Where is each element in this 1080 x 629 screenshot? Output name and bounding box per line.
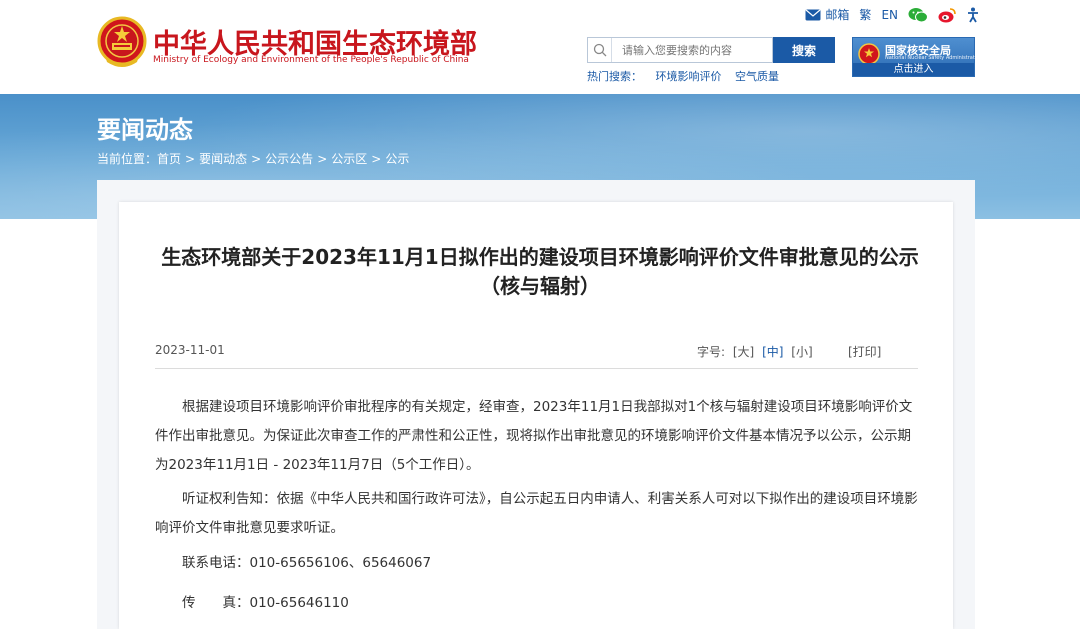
- article-title: 生态环境部关于2023年11月1日拟作出的建设项目环境影响评价文件审批意见的公示…: [161, 245, 919, 298]
- font-size-medium-button[interactable]: [中]: [762, 345, 783, 359]
- site-header: 中华人民共和国生态环境部 Ministry of Ecology and Env…: [0, 0, 1080, 94]
- weibo-link[interactable]: [938, 7, 956, 23]
- mail-link[interactable]: 邮箱: [805, 6, 849, 23]
- article-paragraph: 根据建设项目环境影响评价审批程序的有关规定，经审查，2023年11月1日我部拟对…: [155, 399, 913, 473]
- wechat-icon: [908, 7, 928, 22]
- traditional-chinese-label: 繁: [859, 8, 872, 22]
- article-paragraph: 听证权利告知：依据《中华人民共和国行政许可法》，自公示起五日内申请人、利害关系人…: [155, 491, 918, 536]
- nnsa-emblem-icon: [858, 43, 880, 65]
- breadcrumb-announcements[interactable]: 公示公告: [265, 152, 313, 166]
- english-label: EN: [881, 7, 898, 22]
- breadcrumb-news[interactable]: 要闻动态: [199, 152, 247, 166]
- hot-search-label: 热门搜索：: [587, 70, 642, 83]
- hot-search-item[interactable]: 空气质量: [735, 70, 779, 83]
- contact-phone: 联系电话：010-65656106、65646067: [182, 555, 432, 571]
- breadcrumb: 当前位置：首页 > 要闻动态 > 公示公告 > 公示区 > 公示: [97, 150, 409, 167]
- nnsa-link-banner[interactable]: 国家核安全局 National Nuclear Safety Administr…: [852, 37, 982, 77]
- breadcrumb-label: 当前位置：: [97, 152, 158, 166]
- breadcrumb-separator: >: [317, 152, 328, 166]
- mail-icon: [805, 9, 821, 20]
- meta-divider: [155, 368, 918, 369]
- top-links: 邮箱 繁 EN: [805, 6, 980, 23]
- wechat-link[interactable]: [908, 7, 928, 23]
- nnsa-subtitle: National Nuclear Safety Administration: [885, 55, 983, 61]
- font-size-small-button[interactable]: [小]: [791, 345, 812, 359]
- breadcrumb-public-notice-area[interactable]: 公示区: [331, 152, 367, 166]
- breadcrumb-separator: >: [185, 152, 196, 166]
- font-size-controls: 字号: [大] [中] [小]: [697, 343, 813, 360]
- publish-date: 2023-11-01: [155, 343, 225, 357]
- article-meta: 2023-11-01 字号: [大] [中] [小] [打印]: [155, 341, 918, 367]
- search-input[interactable]: [612, 39, 767, 61]
- breadcrumb-separator: >: [251, 152, 262, 166]
- search-button[interactable]: 搜索: [773, 37, 835, 63]
- accessibility-icon: [968, 7, 978, 22]
- site-subtitle: Ministry of Ecology and Environment of t…: [153, 55, 469, 65]
- weibo-icon: [938, 7, 956, 22]
- print-button[interactable]: [打印]: [848, 343, 881, 360]
- contact-fax: 传 真：010-65646110: [182, 595, 349, 611]
- breadcrumb-home[interactable]: 首页: [157, 152, 181, 166]
- search-icon: [588, 38, 612, 62]
- national-emblem-icon[interactable]: [97, 16, 147, 70]
- mail-link-label: 邮箱: [825, 8, 850, 22]
- search-box: [587, 37, 773, 63]
- font-size-large-button[interactable]: [大]: [733, 345, 754, 359]
- hot-search: 热门搜索： 环境影响评价 空气质量: [587, 68, 789, 84]
- traditional-chinese-link[interactable]: 繁: [859, 6, 871, 23]
- english-link[interactable]: EN: [881, 8, 898, 22]
- breadcrumb-separator: >: [371, 152, 382, 166]
- font-size-label: 字号:: [697, 345, 726, 359]
- nnsa-enter-label: 点击进入: [853, 63, 974, 76]
- breadcrumb-public-notice[interactable]: 公示: [385, 152, 409, 166]
- accessibility-link[interactable]: [966, 7, 980, 23]
- section-title: 要闻动态: [97, 116, 193, 144]
- hot-search-item[interactable]: 环境影响评价: [656, 70, 722, 83]
